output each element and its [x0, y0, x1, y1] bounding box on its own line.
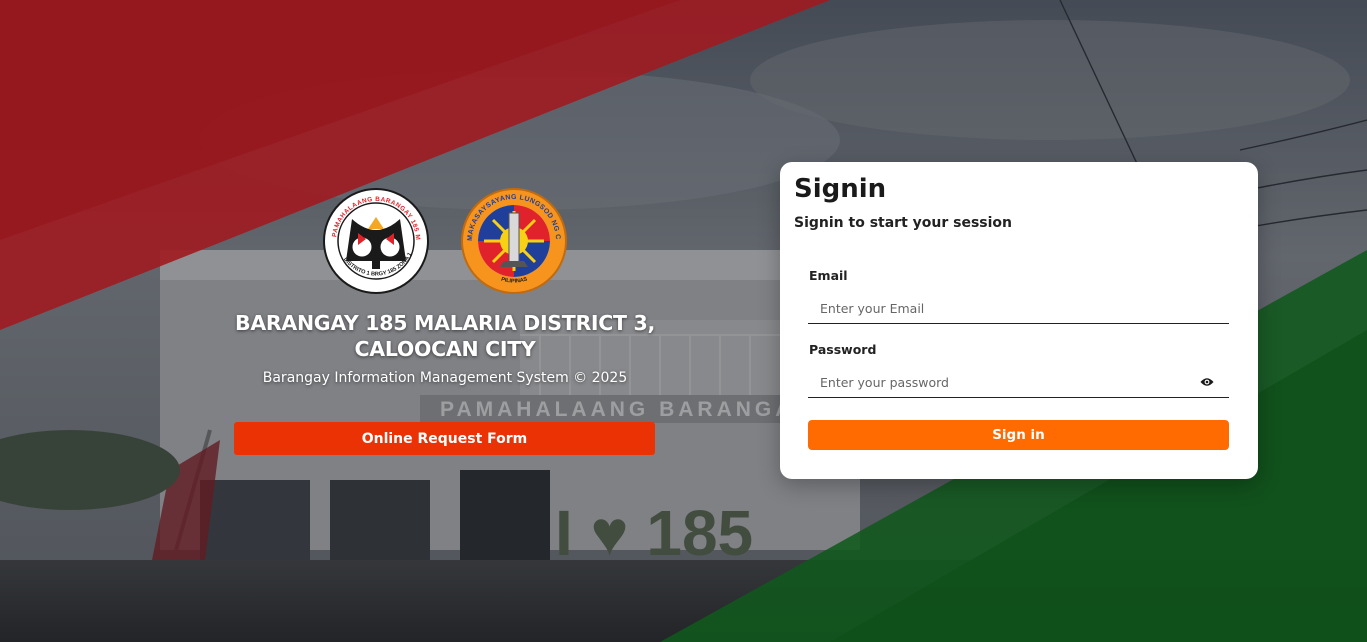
login-page: PAMAHALAANG BARANGAY I ♥ 185 PAMAHALAANG… — [0, 0, 1367, 642]
branding-panel: PAMAHALAANG BARANGAY 185 MALARIA DISTRIT… — [182, 186, 708, 455]
barangay-seal-icon: PAMAHALAANG BARANGAY 185 MALARIA DISTRIT… — [322, 187, 429, 294]
signin-button[interactable]: Sign in — [808, 420, 1229, 450]
signin-title: Signin — [794, 174, 887, 204]
email-field-wrapper — [808, 293, 1229, 324]
barangay-title: BARANGAY 185 MALARIA DISTRICT 3, CALOOCA… — [235, 311, 655, 361]
password-field-wrapper — [808, 367, 1229, 398]
signin-card: Signin Signin to start your session Emai… — [780, 162, 1258, 479]
eye-icon[interactable] — [1199, 374, 1215, 390]
online-request-form-button[interactable]: Online Request Form — [234, 422, 655, 455]
email-input[interactable] — [808, 294, 1229, 322]
signin-subtitle: Signin to start your session — [794, 215, 1013, 231]
password-input[interactable] — [808, 368, 1199, 396]
logo-row: PAMAHALAANG BARANGAY 185 MALARIA DISTRIT… — [182, 186, 708, 296]
password-label: Password — [809, 342, 877, 357]
email-label: Email — [809, 268, 848, 283]
caloocan-city-seal-icon: MAKASAYSAYANG LUNGSOD NG CALOOCAN PILIPI… — [460, 187, 567, 294]
system-subtitle: Barangay Information Management System ©… — [262, 370, 628, 386]
